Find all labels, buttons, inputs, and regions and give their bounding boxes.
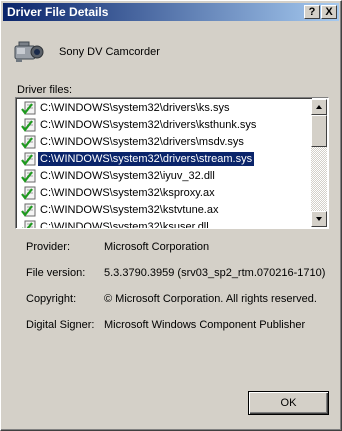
signed-check-icon [21, 135, 36, 149]
list-item[interactable]: C:\WINDOWS\system32\iyuv_32.dll [20, 168, 312, 184]
signed-check-icon [21, 203, 36, 217]
list-item[interactable]: C:\WINDOWS\system32\ksproxy.ax [20, 185, 312, 201]
help-button[interactable]: ? [304, 5, 320, 19]
list-item[interactable]: C:\WINDOWS\system32\drivers\stream.sys [20, 151, 312, 167]
scroll-thumb[interactable] [311, 115, 327, 147]
close-button[interactable]: X [321, 5, 337, 19]
scroll-up-button[interactable] [311, 99, 327, 115]
signed-check-icon [21, 186, 36, 200]
window-title: Driver File Details [7, 5, 109, 19]
list-item[interactable]: C:\WINDOWS\system32\drivers\msdv.sys [20, 134, 312, 150]
file-version-label: File version: [26, 267, 86, 279]
digital-signer-value: Microsoft Windows Component Publisher [104, 319, 306, 331]
copyright-label: Copyright: [26, 293, 77, 305]
driver-file-path: C:\WINDOWS\system32\drivers\ksthunk.sys [40, 119, 257, 131]
provider-label: Provider: [26, 241, 71, 253]
driver-files-label: Driver files: [17, 84, 73, 96]
driver-file-path: C:\WINDOWS\system32\ksuser.dll [40, 221, 209, 229]
arrow-up-icon [316, 105, 322, 109]
signed-check-icon [21, 169, 36, 183]
file-version-value: 5.3.3790.3959 (srv03_sp2_rtm.070216-1710… [104, 267, 326, 279]
list-item[interactable]: C:\WINDOWS\system32\ksuser.dll [20, 219, 312, 229]
ok-button[interactable]: OK [248, 391, 329, 415]
driver-file-path: C:\WINDOWS\system32\iyuv_32.dll [40, 170, 215, 182]
signed-check-icon [21, 118, 36, 132]
driver-file-path: C:\WINDOWS\system32\ksproxy.ax [40, 187, 215, 199]
driver-file-path: C:\WINDOWS\system32\kstvtune.ax [40, 204, 219, 216]
arrow-down-icon [316, 217, 322, 221]
driver-files-list[interactable]: C:\WINDOWS\system32\drivers\ks.sys C:\WIN… [15, 97, 329, 229]
provider-value: Microsoft Corporation [104, 241, 210, 253]
signed-check-icon [21, 152, 36, 166]
title-bar[interactable]: Driver File Details ? X [3, 3, 339, 21]
signed-check-icon [21, 101, 36, 115]
camcorder-icon [14, 41, 44, 62]
list-item[interactable]: C:\WINDOWS\system32\drivers\ksthunk.sys [20, 117, 312, 133]
list-item[interactable]: C:\WINDOWS\system32\kstvtune.ax [20, 202, 312, 218]
device-name: Sony DV Camcorder [59, 46, 160, 58]
driver-file-details-dialog: Driver File Details ? X Sony DV Camcorde… [0, 0, 342, 431]
scroll-down-button[interactable] [311, 211, 327, 227]
copyright-value: © Microsoft Corporation. All rights rese… [104, 293, 317, 305]
digital-signer-label: Digital Signer: [26, 319, 95, 331]
driver-file-path: C:\WINDOWS\system32\drivers\msdv.sys [40, 136, 244, 148]
signed-check-icon [22, 220, 36, 228]
driver-file-path: C:\WINDOWS\system32\drivers\ks.sys [40, 102, 230, 114]
list-scrollbar[interactable] [311, 99, 327, 227]
list-item[interactable]: C:\WINDOWS\system32\drivers\ks.sys [20, 100, 312, 116]
driver-file-path: C:\WINDOWS\system32\drivers\stream.sys [36, 151, 256, 167]
